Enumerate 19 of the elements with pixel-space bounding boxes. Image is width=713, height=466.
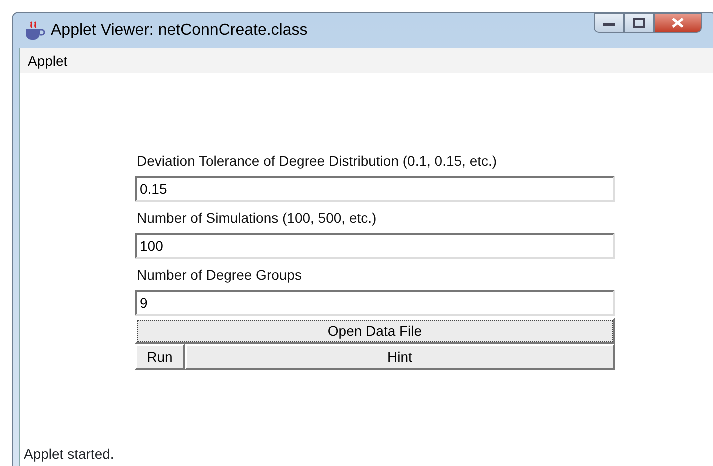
field-label: Number of Degree Groups (136, 266, 303, 285)
run-button[interactable]: Run (135, 344, 185, 370)
close-icon (672, 18, 684, 28)
input-field[interactable]: 9 (135, 290, 615, 316)
window-title: Applet Viewer: netConnCreate.class (51, 20, 308, 40)
menu-item[interactable]: Applet (28, 51, 68, 72)
input-field[interactable]: 100 (135, 233, 615, 259)
input-field[interactable]: 0.15 (135, 176, 615, 202)
cup-icon (23, 20, 45, 40)
minimize-button[interactable] (594, 13, 624, 33)
close-button[interactable] (654, 13, 702, 33)
field-label: Deviation Tolerance of Degree Distribution (0.1, 0.15, etc.) (136, 152, 498, 171)
minimize-icon (603, 20, 615, 26)
maximize-button[interactable] (624, 13, 654, 33)
field-label: Number of Simulations (100, 500, etc.) (136, 209, 378, 228)
status-text: Applet started. (23, 445, 116, 464)
maximize-icon (633, 18, 645, 28)
open-file-button[interactable]: Open Data File (135, 318, 615, 344)
hint-button[interactable]: Hint (185, 344, 615, 370)
